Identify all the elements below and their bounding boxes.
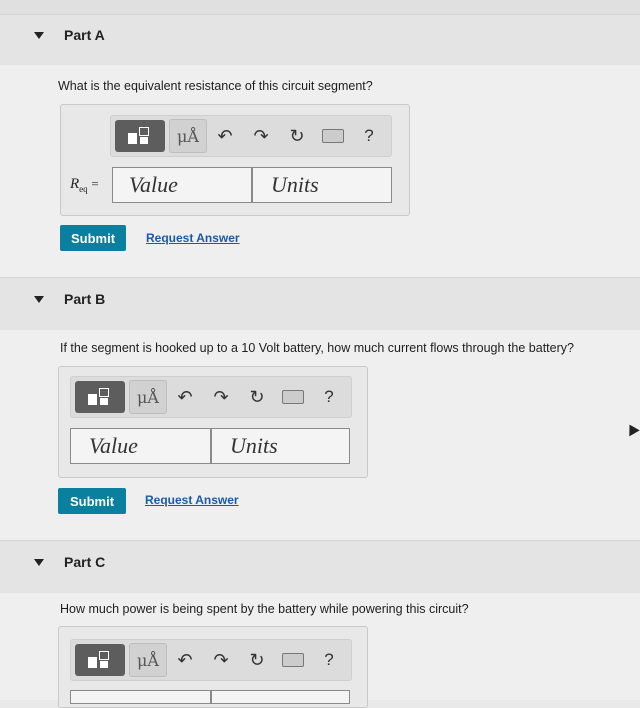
- keyboard-icon[interactable]: [315, 120, 351, 152]
- undo-icon[interactable]: ↶: [167, 644, 203, 676]
- collapse-triangle-icon[interactable]: [34, 295, 44, 303]
- top-strip: [0, 0, 640, 14]
- templates-button[interactable]: [75, 644, 125, 676]
- keyboard-icon[interactable]: [275, 381, 311, 413]
- keyboard-icon[interactable]: [275, 644, 311, 676]
- reset-icon[interactable]: ↻: [239, 381, 275, 413]
- part-b-toolbar: μÅ ↶ ↷ ↻ ?: [70, 376, 352, 418]
- value-input[interactable]: [70, 690, 211, 704]
- redo-icon[interactable]: ↷: [243, 120, 279, 152]
- units-button[interactable]: μÅ: [129, 643, 167, 677]
- part-b-toggle[interactable]: Part B: [34, 291, 105, 307]
- part-c-toolbar: μÅ ↶ ↷ ↻ ?: [70, 639, 352, 681]
- collapse-triangle-icon[interactable]: [34, 558, 44, 566]
- reset-icon[interactable]: ↻: [239, 644, 275, 676]
- reset-icon[interactable]: ↻: [279, 120, 315, 152]
- undo-icon[interactable]: ↶: [167, 381, 203, 413]
- units-input[interactable]: [211, 690, 350, 704]
- templates-icon: [88, 651, 112, 669]
- submit-button[interactable]: Submit: [58, 488, 126, 514]
- part-c-toggle[interactable]: Part C: [34, 554, 105, 570]
- units-button[interactable]: μÅ: [169, 119, 207, 153]
- part-a-toolbar: μÅ ↶ ↷ ↻ ?: [110, 115, 392, 157]
- part-b-question: If the segment is hooked up to a 10 Volt…: [60, 341, 574, 355]
- help-icon[interactable]: ?: [311, 381, 347, 413]
- undo-icon[interactable]: ↶: [207, 120, 243, 152]
- value-input[interactable]: Value: [112, 167, 252, 203]
- units-input[interactable]: Units: [252, 167, 392, 203]
- templates-button[interactable]: [115, 120, 165, 152]
- units-input[interactable]: Units: [211, 428, 350, 464]
- submit-button[interactable]: Submit: [60, 225, 126, 251]
- part-b-title: Part B: [64, 291, 106, 307]
- request-answer-link[interactable]: Request Answer: [146, 231, 240, 245]
- units-icon: μÅ: [137, 387, 159, 407]
- part-c-question: How much power is being spent by the bat…: [60, 602, 469, 616]
- part-c-title: Part C: [64, 554, 106, 570]
- req-label: Req =: [70, 176, 99, 194]
- units-icon: μÅ: [177, 126, 199, 146]
- templates-icon: [88, 388, 112, 406]
- redo-icon[interactable]: ↷: [203, 381, 239, 413]
- units-icon: μÅ: [137, 650, 159, 670]
- templates-button[interactable]: [75, 381, 125, 413]
- part-a-toggle[interactable]: Part A: [34, 27, 105, 43]
- part-a-question: What is the equivalent resistance of thi…: [58, 79, 373, 93]
- redo-icon[interactable]: ↷: [203, 644, 239, 676]
- help-icon[interactable]: ?: [351, 120, 387, 152]
- part-a-title: Part A: [64, 27, 105, 43]
- value-input[interactable]: Value: [70, 428, 211, 464]
- units-button[interactable]: μÅ: [129, 380, 167, 414]
- help-icon[interactable]: ?: [311, 644, 347, 676]
- collapse-triangle-icon[interactable]: [34, 31, 44, 39]
- templates-icon: [128, 127, 152, 145]
- request-answer-link[interactable]: Request Answer: [145, 493, 239, 507]
